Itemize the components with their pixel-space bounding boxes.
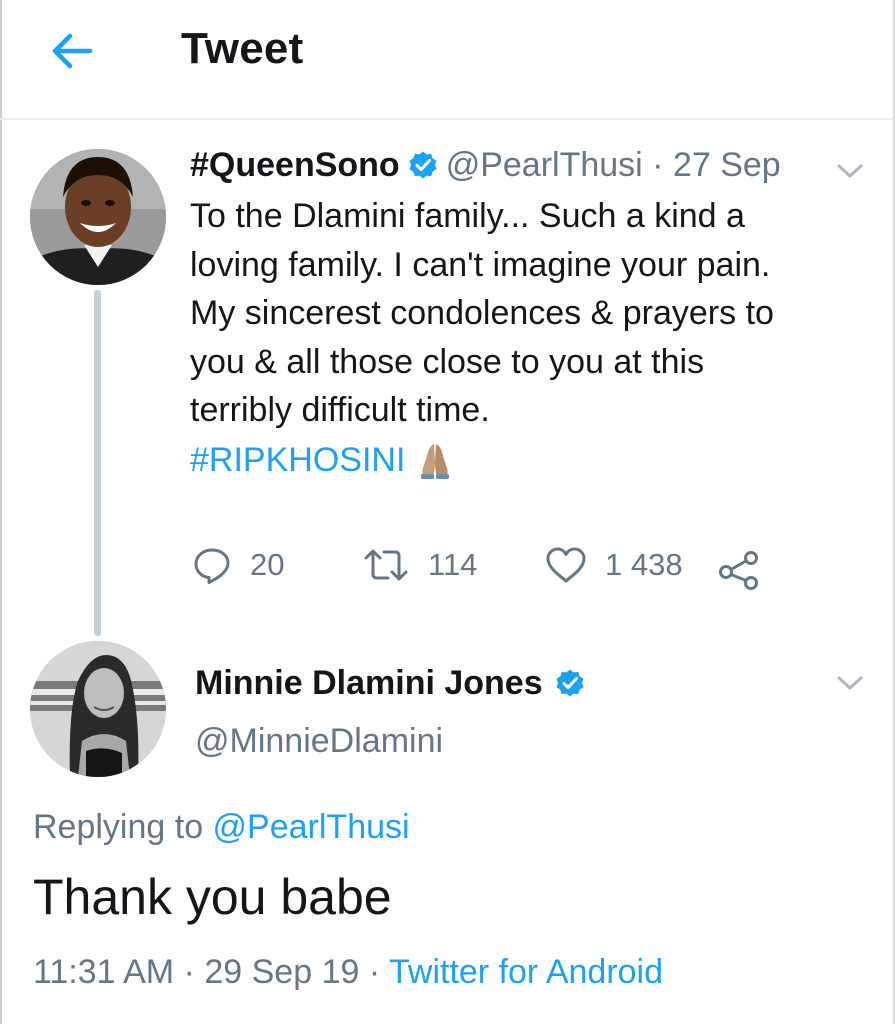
tweet-source-link[interactable]: Twitter for Android <box>389 953 663 991</box>
replying-to-label: Replying to <box>33 808 213 846</box>
header-divider <box>0 118 895 120</box>
reply-bubble-icon <box>194 548 230 584</box>
arrow-left-icon <box>52 33 93 69</box>
avatar-pearl-thusi[interactable] <box>30 149 166 285</box>
avatar-portrait-image <box>30 149 166 285</box>
thread-connector-line <box>94 290 101 636</box>
retweet-icon <box>364 549 408 581</box>
verified-badge-icon <box>408 150 438 180</box>
author-handle[interactable]: @MinnieDlamini <box>195 722 443 761</box>
chevron-down-icon <box>837 676 863 690</box>
top-app-bar: Tweet <box>0 0 895 104</box>
tweet-meta: 11:31 AM · 29 Sep 19 · Twitter for Andro… <box>33 953 663 992</box>
tweet-date[interactable]: 27 Sep <box>673 146 781 185</box>
verified-badge-icon <box>555 668 585 698</box>
heart-icon <box>546 547 586 583</box>
reply-author-row: Minnie Dlamini Jones <box>195 660 593 706</box>
tweet-options-button[interactable] <box>835 672 865 694</box>
hashtag-link-row: #RIPKHOSINI <box>190 436 455 484</box>
retweet-count: 114 <box>428 547 478 582</box>
tweet-text-line: My sincerest condolences & prayers to <box>190 294 774 332</box>
like-action[interactable]: 1 438 <box>545 540 683 590</box>
reply-action[interactable]: 20 <box>192 540 284 590</box>
window-border-left <box>0 0 2 1024</box>
hashtag-link[interactable]: #RIPKHOSINI <box>190 441 405 480</box>
author-name[interactable]: Minnie Dlamini Jones <box>195 664 543 703</box>
tweet-options-button[interactable] <box>835 160 865 182</box>
share-icon <box>719 551 758 590</box>
meta-separator: · <box>642 145 673 184</box>
back-button[interactable] <box>44 26 100 76</box>
avatar-portrait-image <box>30 641 166 777</box>
tweet-date: 29 Sep 19 <box>204 953 360 991</box>
tweet-text-line: you & all those close to you at this <box>190 342 705 381</box>
tweet-text-line: terribly difficult time. <box>190 391 490 429</box>
tweet-time: 11:31 AM <box>33 953 175 991</box>
replying-to-mention[interactable]: @PearlThusi <box>213 808 410 846</box>
author-name[interactable]: #QueenSono <box>190 146 400 185</box>
replying-to-line: Replying to @PearlThusi <box>33 808 410 847</box>
tweet-text-line: To the Dlamini family... Such a kind a <box>190 197 745 235</box>
reply-tweet-text: Thank you babe <box>33 869 392 925</box>
parent-tweet-header: #QueenSono @PearlThusi · 27 Sep <box>190 142 781 188</box>
share-action[interactable] <box>718 545 760 595</box>
folded-hands-icon <box>415 440 455 480</box>
meta-separator: · <box>359 953 389 991</box>
retweet-action[interactable]: 114 <box>362 540 477 590</box>
tweet-text: To the Dlamini family... Such a kind a l… <box>190 192 850 435</box>
tweet-text-line: loving family. I can't imagine your pain… <box>190 245 771 284</box>
reply-count: 20 <box>250 547 285 582</box>
like-count: 1 438 <box>605 547 683 582</box>
chevron-down-icon <box>837 164 863 178</box>
meta-separator: · <box>174 953 205 991</box>
avatar-minnie-dlamini[interactable] <box>30 641 166 777</box>
author-handle[interactable]: @PearlThusi <box>446 146 643 185</box>
page-title: Tweet <box>181 24 304 73</box>
